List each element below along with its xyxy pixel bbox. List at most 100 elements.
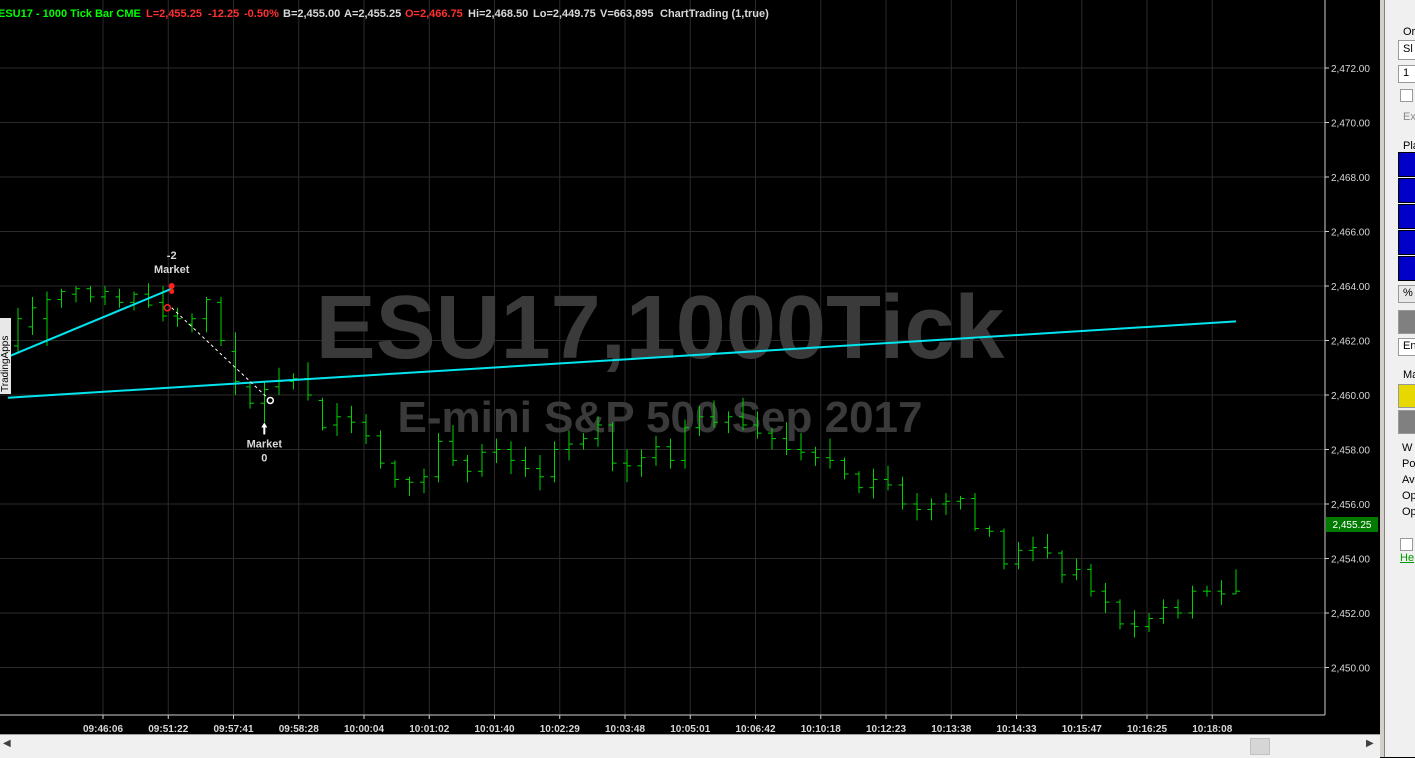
- scroll-left-icon[interactable]: ◀: [3, 738, 11, 749]
- scroll-right-icon[interactable]: ▶: [1366, 738, 1374, 749]
- percent-button[interactable]: %: [1398, 285, 1415, 303]
- y-tick-label: 2,466.00: [1331, 228, 1370, 239]
- chart-header: ESU17 - 1000 Tick Bar CME L=2,455.25 -12…: [0, 8, 769, 20]
- y-tick-label: 2,460.00: [1331, 391, 1370, 402]
- ohlc-bar: [463, 454, 472, 483]
- bottom-checkbox[interactable]: [1400, 538, 1413, 551]
- x-tick-label: 10:15:47: [1062, 724, 1102, 734]
- info-position: Po: [1402, 458, 1415, 470]
- order-label: Or: [1403, 26, 1415, 38]
- ohlc-bar: [1232, 569, 1240, 595]
- x-tick-label: 09:58:28: [279, 724, 319, 734]
- place-label: Pla: [1403, 140, 1415, 152]
- order-type-select[interactable]: Sl: [1398, 40, 1415, 60]
- header-change-pct: -0.50%: [244, 8, 279, 20]
- x-tick-label: 10:02:29: [540, 724, 580, 734]
- order-markers[interactable]: -2 Market Market 0: [154, 250, 282, 464]
- sell-order-type: Market: [154, 264, 190, 276]
- ohlc-bar: [318, 397, 327, 431]
- ohlc-bar: [1116, 599, 1124, 630]
- entry-select[interactable]: En: [1398, 338, 1415, 356]
- ohlc-bar: [405, 476, 414, 496]
- manage-button-gray[interactable]: [1398, 410, 1415, 434]
- exit-fill-marker[interactable]: [266, 396, 275, 405]
- sell-limit-button[interactable]: [1398, 230, 1415, 255]
- ohlc-bar: [1188, 585, 1197, 619]
- ohlc-bar: [869, 468, 878, 499]
- y-tick-label: 2,464.00: [1331, 282, 1370, 293]
- header-ask: A=2,455.25: [344, 8, 401, 20]
- ohlc-bar: [492, 438, 501, 464]
- exit-order-type: Market: [247, 438, 283, 450]
- y-tick-label: 2,470.00: [1331, 119, 1370, 130]
- ohlc-bar: [1058, 550, 1066, 584]
- ohlc-bar: [1145, 613, 1153, 633]
- header-bid: B=2,455.00: [283, 8, 340, 20]
- x-tick-label: 10:13:38: [931, 724, 971, 734]
- ohlc-bar: [1029, 536, 1037, 562]
- header-change: -12.25: [208, 8, 239, 20]
- y-tick-label: 2,452.00: [1331, 609, 1370, 620]
- ohlc-bar: [347, 405, 356, 434]
- ohlc-bar: [1130, 610, 1139, 638]
- ohlc-bar: [57, 288, 66, 308]
- ohlc-bar: [231, 332, 240, 395]
- buy-stop-button[interactable]: [1398, 256, 1415, 281]
- quantity-input[interactable]: 1: [1398, 65, 1415, 83]
- sell-entry-dot[interactable]: [169, 288, 175, 294]
- ohlc-bar: [1000, 528, 1008, 570]
- y-tick-label: 2,468.00: [1331, 173, 1370, 184]
- ohlc-bar: [478, 444, 486, 477]
- time-axis[interactable]: 09:46:06 09:51:22 09:57:41 09:58:28 10:00:04…: [0, 714, 1325, 734]
- sell-button[interactable]: [1398, 178, 1415, 203]
- option-checkbox[interactable]: [1400, 89, 1413, 102]
- panel-splitter[interactable]: [1380, 0, 1385, 757]
- ohlc-bar: [507, 441, 515, 475]
- sell-fill-marker[interactable]: [163, 304, 172, 312]
- ohlc-bar: [1014, 542, 1023, 570]
- x-tick-label: 09:51:22: [148, 724, 188, 734]
- ohlc-bar: [130, 291, 138, 311]
- ohlc-bar: [1072, 558, 1081, 581]
- x-tick-label: 10:10:18: [801, 724, 841, 734]
- ohlc-bar: [1217, 580, 1226, 605]
- info-open2: Op: [1402, 506, 1415, 518]
- ohlc-bar: [623, 449, 631, 483]
- buy-limit-button[interactable]: [1398, 204, 1415, 229]
- ohlc-bar: [666, 438, 675, 469]
- ohlc-bar: [72, 286, 80, 303]
- chart-trader-panel: Or Sl 1 Ex Pla % En Ma W Po Av Op Op He: [1380, 0, 1415, 757]
- ohlc-bar: [536, 454, 544, 491]
- y-tick-label: 2,472.00: [1331, 64, 1370, 75]
- ohlc-bar: [913, 493, 921, 521]
- manage-button-yellow[interactable]: [1398, 384, 1415, 408]
- ohlc-bar: [101, 286, 109, 306]
- sell-order-qty: -2: [167, 250, 177, 262]
- ohlc-bar: [898, 476, 907, 510]
- watermark-symbol: ESU17,1000Tick: [316, 278, 1006, 378]
- ohlc-bar: [333, 403, 341, 436]
- x-tick-label: 09:57:41: [213, 724, 253, 734]
- header-symbol: ESU17 - 1000 Tick Bar CME: [0, 8, 141, 20]
- header-strategy: ChartTrading (1,true): [660, 8, 769, 20]
- help-link[interactable]: He: [1400, 552, 1414, 564]
- header-low: Lo=2,449.75: [533, 8, 596, 20]
- y-tick-label: 2,456.00: [1331, 500, 1370, 511]
- price-axis[interactable]: 2,472.00 2,470.00 2,468.00 2,466.00 2,464.00…: [1324, 0, 1370, 715]
- ohlc-bar: [1203, 585, 1211, 597]
- scroll-thumb[interactable]: [1250, 738, 1270, 755]
- ohlc-bar: [144, 283, 153, 308]
- header-open: O=2,466.75: [405, 8, 463, 20]
- x-tick-label: 10:05:01: [670, 724, 710, 734]
- sell-entry-dot[interactable]: [168, 283, 175, 289]
- flatten-button[interactable]: [1398, 310, 1415, 334]
- ohlc-bar: [637, 449, 646, 477]
- buy-button[interactable]: [1398, 152, 1415, 177]
- horizontal-scrollbar[interactable]: ◀ ▶: [0, 734, 1380, 758]
- exit-order-qty: 0: [261, 452, 267, 464]
- ohlc-bar: [1043, 533, 1052, 559]
- x-tick-label: 10:00:04: [344, 724, 384, 734]
- ohlc-bar: [550, 441, 559, 483]
- ohlc-bar: [1087, 563, 1095, 597]
- price-chart[interactable]: ESU17,1000Tick E-mini S&P 500 Sep 2017 -…: [0, 0, 1380, 734]
